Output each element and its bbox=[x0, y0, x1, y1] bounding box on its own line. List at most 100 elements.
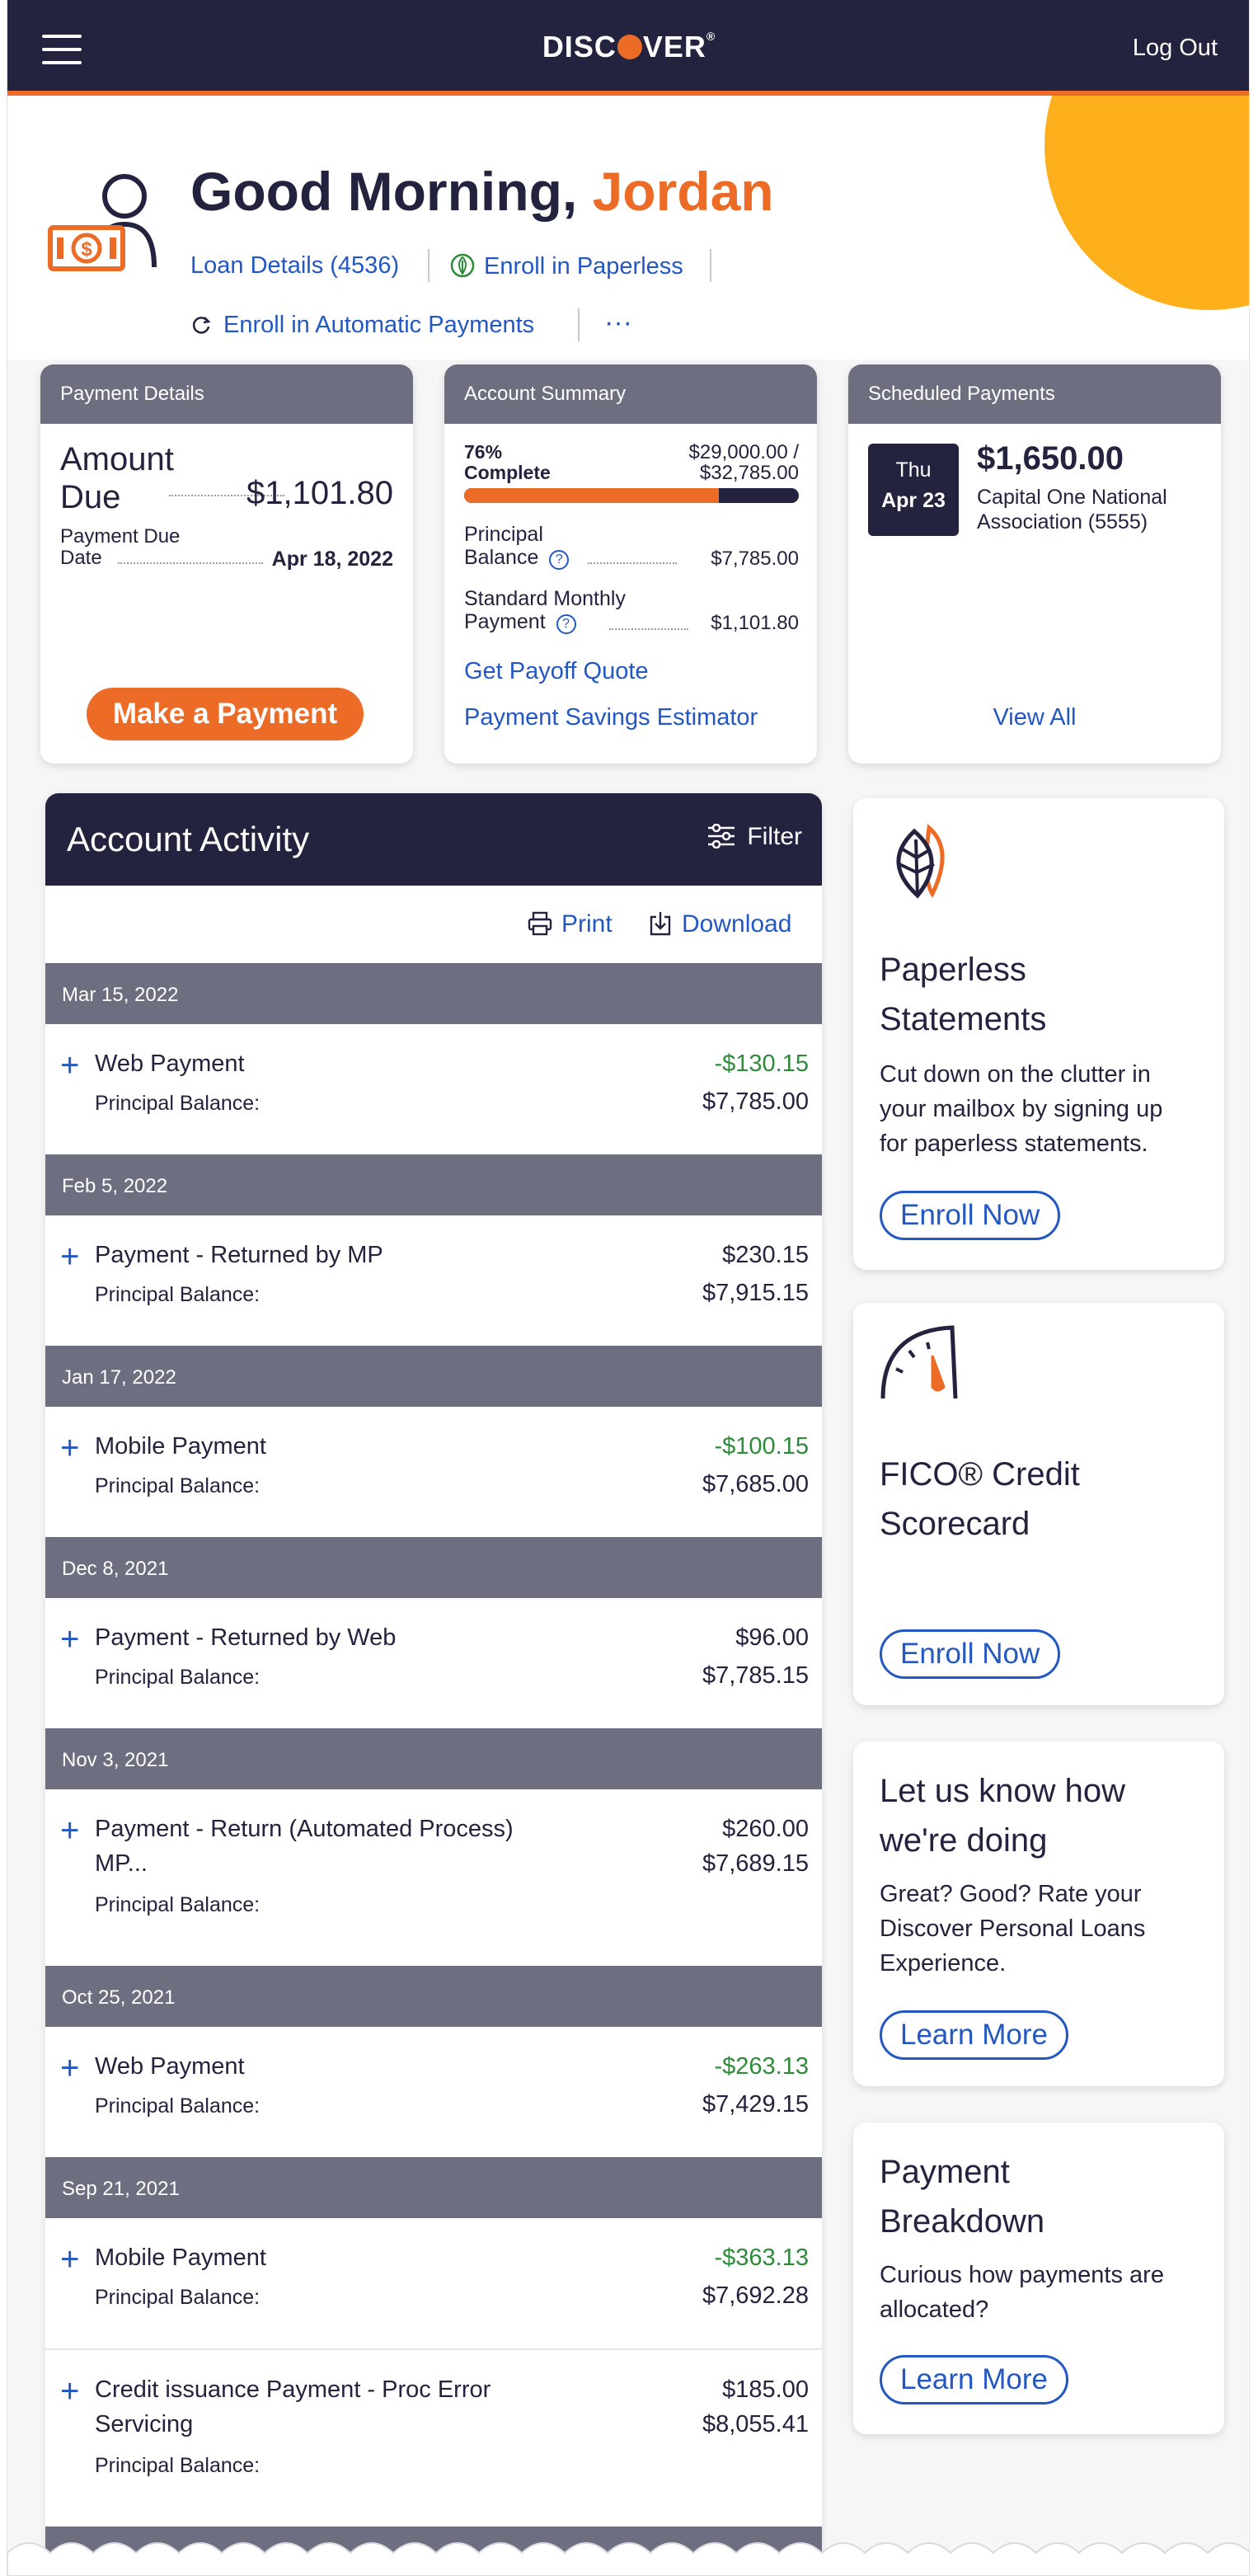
link-divider bbox=[428, 249, 430, 282]
logout-button[interactable]: Log Out bbox=[1133, 35, 1218, 62]
logo-suffix: VER bbox=[642, 30, 706, 63]
expand-row-plus-icon[interactable]: + bbox=[60, 1049, 79, 1082]
enroll-paperless-label: Enroll in Paperless bbox=[484, 253, 683, 280]
amount-due-label: Amount Due bbox=[60, 441, 174, 515]
expand-row-plus-icon[interactable]: + bbox=[60, 1431, 79, 1464]
scheduled-payee: Capital One National Association (5555) bbox=[977, 486, 1167, 534]
print-button[interactable]: Print bbox=[527, 910, 613, 938]
download-icon bbox=[650, 912, 671, 936]
monthly-payment-value: $1,101.80 bbox=[711, 612, 799, 634]
borrower-money-icon: $ bbox=[44, 170, 167, 281]
expand-row-plus-icon[interactable]: + bbox=[60, 1240, 79, 1273]
expand-row-plus-icon[interactable]: + bbox=[60, 2375, 79, 2408]
payment-details-header: Payment Details bbox=[40, 364, 413, 424]
leaf-promo-icon bbox=[896, 824, 945, 899]
transaction-description: Mobile Payment bbox=[95, 1433, 266, 1460]
transaction-description: Web Payment bbox=[95, 1051, 245, 1077]
hero-section: $ Good Morning, Jordan Loan Details (453… bbox=[7, 96, 1249, 360]
view-all-link[interactable]: View All bbox=[848, 704, 1221, 731]
enroll-paperless-link[interactable]: Enroll in Paperless bbox=[449, 252, 683, 280]
principal-balance-value: $7,785.15 bbox=[702, 1662, 809, 1689]
automatic-payments-link[interactable]: Enroll in Automatic Payments bbox=[190, 312, 534, 339]
transaction-description-continued: MP... bbox=[95, 1850, 148, 1877]
principal-balance-value: $7,429.15 bbox=[702, 2091, 809, 2118]
scheduled-date-badge: Thu Apr 23 bbox=[868, 444, 959, 536]
link-divider bbox=[710, 249, 711, 282]
transaction-description-continued: Servicing bbox=[95, 2411, 194, 2437]
logo-orange-dot bbox=[617, 35, 642, 59]
savings-estimator-link[interactable]: Payment Savings Estimator bbox=[464, 704, 758, 731]
breakdown-learn-more-button[interactable]: Learn More bbox=[880, 2355, 1068, 2404]
principal-balance-value: $7,915.15 bbox=[702, 1280, 809, 1306]
more-options-button[interactable]: ··· bbox=[604, 307, 632, 339]
expand-row-plus-icon[interactable]: + bbox=[60, 1814, 79, 1847]
filter-button[interactable]: Filter bbox=[707, 823, 802, 851]
activity-list: Mar 15, 2022 + Web Payment Principal Balanc… bbox=[45, 963, 822, 2576]
expand-row-plus-icon[interactable]: + bbox=[60, 1623, 79, 1656]
principal-balance-label: Principal Balance: bbox=[95, 2286, 261, 2309]
principal-balance-label: Principal Balance: bbox=[95, 1283, 261, 1306]
account-activity-panel: Account Activity Filter Print Download M… bbox=[45, 793, 822, 2576]
transaction-description: Payment - Return (Automated Process) bbox=[95, 1816, 514, 1842]
print-label: Print bbox=[561, 910, 613, 938]
feedback-promo-card: Let us know how we're doing Great? Good? … bbox=[853, 1742, 1224, 2086]
transaction-amount: $96.00 bbox=[735, 1624, 809, 1651]
payoff-quote-link[interactable]: Get Payoff Quote bbox=[464, 658, 649, 685]
paperless-promo-card: Paperless Statements Cut down on the clut… bbox=[853, 798, 1224, 1270]
gauge-icon bbox=[880, 1325, 958, 1399]
logo-prefix: DISC bbox=[542, 30, 617, 63]
greeting-heading: Good Morning, Jordan bbox=[190, 160, 774, 223]
expand-row-plus-icon[interactable]: + bbox=[60, 2052, 79, 2085]
transaction-description: Payment - Returned by MP bbox=[95, 1242, 383, 1268]
transaction-amount: $260.00 bbox=[722, 1816, 809, 1842]
activity-date-band: Mar 15, 2022 bbox=[45, 963, 822, 1024]
automatic-payments-label: Enroll in Automatic Payments bbox=[223, 312, 535, 338]
account-activity-header: Account Activity Filter bbox=[45, 793, 822, 886]
dotted-leader bbox=[588, 562, 677, 564]
loan-details-link[interactable]: Loan Details (4536) bbox=[190, 252, 399, 280]
make-payment-button[interactable]: Make a Payment bbox=[87, 688, 364, 740]
account-activity-title: Account Activity bbox=[67, 820, 310, 858]
activity-date-band: Nov 3, 2021 bbox=[45, 1728, 822, 1789]
percent-complete-label: 76% Complete bbox=[464, 441, 551, 483]
scheduled-payments-header: Scheduled Payments bbox=[848, 364, 1221, 424]
filter-label: Filter bbox=[747, 823, 802, 850]
fico-enroll-button[interactable]: Enroll Now bbox=[880, 1629, 1061, 1679]
transaction-description: Web Payment bbox=[95, 2053, 245, 2080]
link-divider bbox=[578, 308, 580, 341]
principal-balance-label: Principal Balance ? bbox=[464, 523, 570, 570]
principal-balance-value: $7,692.28 bbox=[702, 2282, 809, 2309]
download-button[interactable]: Download bbox=[647, 910, 791, 938]
monthly-payment-label: Standard Monthly Payment ? bbox=[464, 587, 626, 634]
payoff-progress-bar bbox=[464, 488, 799, 503]
principal-balance-label: Principal Balance: bbox=[95, 1092, 261, 1115]
principal-balance-value: $8,055.41 bbox=[702, 2411, 809, 2437]
paperless-promo-title: Paperless Statements bbox=[880, 952, 1047, 1037]
activity-row: + Payment - Returned by Web Principal Bala… bbox=[45, 1598, 822, 1728]
payoff-progress-fill bbox=[464, 488, 719, 503]
amount-due-value: $1,101.80 bbox=[246, 475, 393, 511]
principal-balance-label: Principal Balance: bbox=[95, 2094, 261, 2118]
principal-balance-value: $7,785.00 bbox=[702, 1088, 809, 1115]
printer-icon bbox=[528, 911, 552, 936]
feedback-promo-title: Let us know how we're doing bbox=[880, 1773, 1125, 1859]
feedback-learn-more-button[interactable]: Learn More bbox=[880, 2010, 1068, 2060]
dotted-leader bbox=[118, 562, 263, 564]
principal-balance-label: Principal Balance: bbox=[95, 1666, 261, 1689]
paperless-enroll-button[interactable]: Enroll Now bbox=[880, 1191, 1061, 1240]
transaction-amount: -$100.15 bbox=[714, 1433, 810, 1460]
leaf-icon bbox=[450, 253, 475, 278]
activity-date-band: Sep 21, 2021 bbox=[45, 2157, 822, 2218]
torn-edge-decoration bbox=[7, 2542, 1249, 2576]
activity-date-band: Jan 17, 2022 bbox=[45, 1346, 822, 1407]
discover-logo[interactable]: DISC VER® bbox=[7, 30, 1249, 64]
scheduled-payments-card: Scheduled Payments Thu Apr 23 $1,650.00 … bbox=[848, 364, 1221, 764]
help-icon[interactable]: ? bbox=[556, 614, 576, 634]
help-icon[interactable]: ? bbox=[549, 550, 570, 570]
account-summary-card: Account Summary 76% Complete $29,000.00 … bbox=[444, 364, 817, 764]
activity-date-band: Dec 8, 2021 bbox=[45, 1537, 822, 1598]
expand-row-plus-icon[interactable]: + bbox=[60, 2243, 79, 2276]
activity-row: + Payment - Returned by MP Principal Balan… bbox=[45, 1215, 822, 1346]
activity-date-band: Feb 5, 2022 bbox=[45, 1154, 822, 1215]
transaction-amount: -$263.13 bbox=[714, 2053, 810, 2080]
